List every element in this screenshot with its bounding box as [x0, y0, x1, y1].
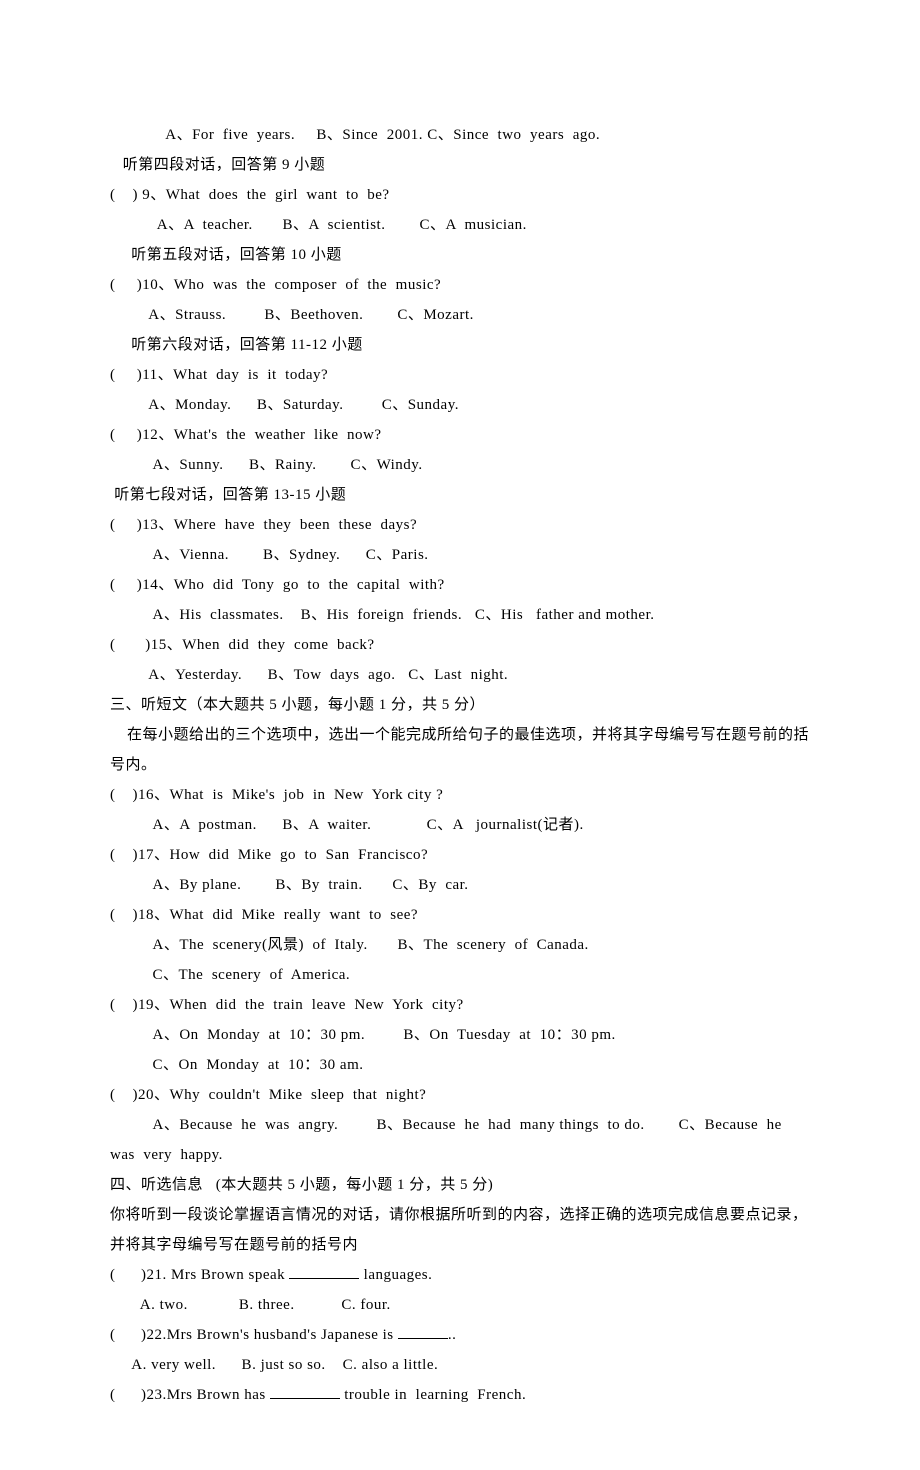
q22-options: A. very well. B. just so so. C. also a l… [110, 1350, 810, 1380]
q22-text-a: ( )22.Mrs Brown's husband's Japanese is [110, 1327, 398, 1343]
q9-options: A、A teacher. B、A scientist. C、A musician… [110, 210, 810, 240]
section-7-intro: 听第七段对话，回答第 13-15 小题 [110, 480, 810, 510]
q17-options: A、By plane. B、By train. C、By car. [110, 870, 810, 900]
q20: ( )20、Why couldn't Mike sleep that night… [110, 1080, 810, 1110]
q19: ( )19、When did the train leave New York … [110, 990, 810, 1020]
q16: ( )16、What is Mike's job in New York cit… [110, 780, 810, 810]
q17: ( )17、How did Mike go to San Francisco? [110, 840, 810, 870]
section-3-instructions: 在每小题给出的三个选项中，选出一个能完成所给句子的最佳选项，并将其字母编号写在题… [110, 720, 810, 780]
q22-blank [398, 1323, 448, 1339]
q21: ( )21. Mrs Brown speak languages. [110, 1260, 810, 1290]
section-4-intro: 听第四段对话，回答第 9 小题 [110, 150, 810, 180]
q22-text-b: .. [448, 1327, 457, 1343]
q12-options: A、Sunny. B、Rainy. C、Windy. [110, 450, 810, 480]
q10: ( )10、Who was the composer of the music? [110, 270, 810, 300]
section-5-intro: 听第五段对话，回答第 10 小题 [110, 240, 810, 270]
q21-text-b: languages. [359, 1267, 432, 1283]
section-4-instructions: 你将听到一段谈论掌握语言情况的对话，请你根据所听到的内容，选择正确的选项完成信息… [110, 1200, 810, 1260]
q13: ( )13、Where have they been these days? [110, 510, 810, 540]
exam-page: A、For five years. B、Since 2001. C、Since … [0, 0, 920, 1470]
q23-blank [270, 1383, 340, 1399]
section-4-title: 四、听选信息 (本大题共 5 小题，每小题 1 分，共 5 分) [110, 1170, 810, 1200]
q23-text-b: trouble in learning French. [340, 1387, 526, 1403]
q16-options: A、A postman. B、A waiter. C、A journalist(… [110, 810, 810, 840]
q23-text-a: ( )23.Mrs Brown has [110, 1387, 270, 1403]
q18-options-c: C、The scenery of America. [110, 960, 810, 990]
q11: ( )11、What day is it today? [110, 360, 810, 390]
q18-options-ab: A、The scenery(风景) of Italy. B、The scener… [110, 930, 810, 960]
q12: ( )12、What's the weather like now? [110, 420, 810, 450]
q19-options-c: C、On Monday at 10：30 am. [110, 1050, 810, 1080]
q15-options: A、Yesterday. B、Tow days ago. C、Last nigh… [110, 660, 810, 690]
q22: ( )22.Mrs Brown's husband's Japanese is … [110, 1320, 810, 1350]
q10-options: A、Strauss. B、Beethoven. C、Mozart. [110, 300, 810, 330]
q8-options: A、For five years. B、Since 2001. C、Since … [110, 120, 810, 150]
q9: ( ) 9、What does the girl want to be? [110, 180, 810, 210]
q21-options: A. two. B. three. C. four. [110, 1290, 810, 1320]
q21-blank [289, 1263, 359, 1279]
section-6-intro: 听第六段对话，回答第 11-12 小题 [110, 330, 810, 360]
q21-text-a: ( )21. Mrs Brown speak [110, 1267, 289, 1283]
q18: ( )18、What did Mike really want to see? [110, 900, 810, 930]
q11-options: A、Monday. B、Saturday. C、Sunday. [110, 390, 810, 420]
q19-options-ab: A、On Monday at 10：30 pm. B、On Tuesday at… [110, 1020, 810, 1050]
q15: ( )15、When did they come back? [110, 630, 810, 660]
q14-options: A、His classmates. B、His foreign friends.… [110, 600, 810, 630]
q14: ( )14、Who did Tony go to the capital wit… [110, 570, 810, 600]
q13-options: A、Vienna. B、Sydney. C、Paris. [110, 540, 810, 570]
section-3-title: 三、听短文（本大题共 5 小题，每小题 1 分，共 5 分） [110, 690, 810, 720]
q20-options: A、Because he was angry. B、Because he had… [110, 1110, 810, 1170]
q23: ( )23.Mrs Brown has trouble in learning … [110, 1380, 810, 1410]
